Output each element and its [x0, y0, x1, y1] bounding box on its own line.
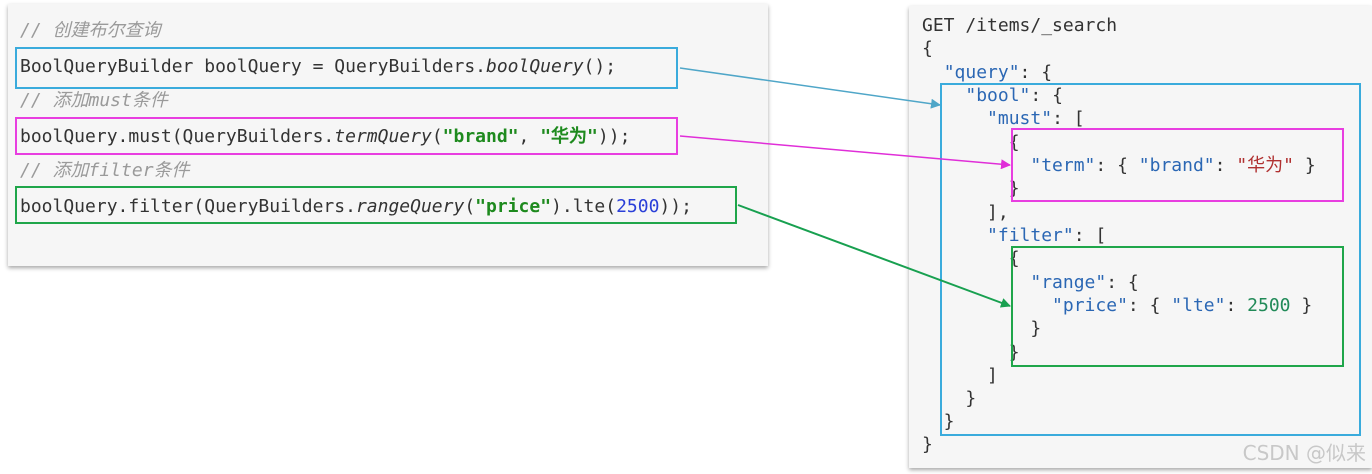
connector-arrows — [679, 67, 1011, 308]
filter-arrow — [737, 204, 1011, 308]
watermark: CSDN @似来 — [1242, 441, 1366, 465]
bool-query-arrow — [679, 67, 941, 109]
must-arrow — [679, 135, 1011, 170]
